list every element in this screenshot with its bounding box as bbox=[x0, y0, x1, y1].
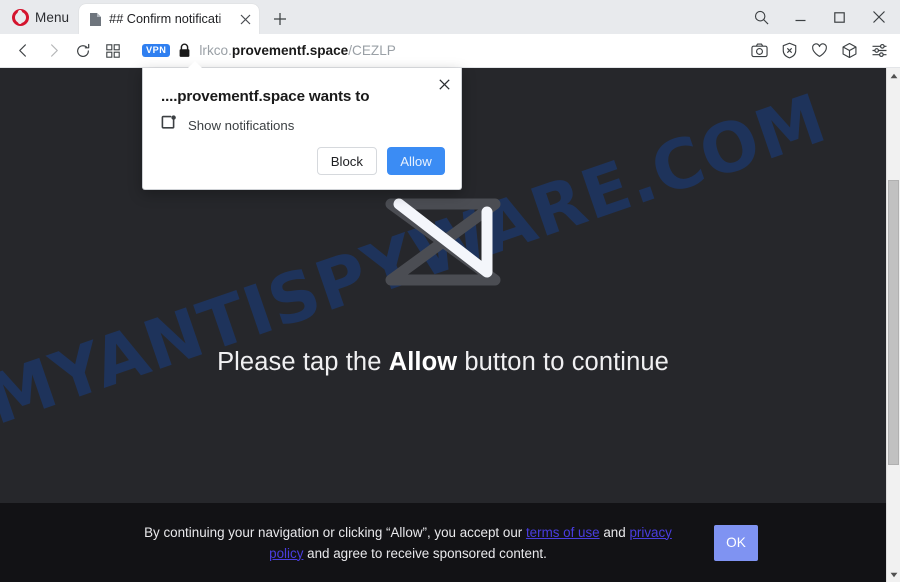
easy-setup-icon[interactable] bbox=[864, 36, 894, 66]
permission-label: Show notifications bbox=[188, 118, 295, 133]
dialog-title: ....provementf.space wants to bbox=[161, 88, 370, 105]
consent-banner-text: By continuing your navigation or clickin… bbox=[128, 522, 688, 564]
vpn-badge[interactable]: VPN bbox=[142, 43, 171, 58]
notification-permission-dialog: ....provementf.space wants to Show notif… bbox=[142, 61, 462, 190]
window-controls bbox=[742, 0, 900, 34]
permission-row: Show notifications bbox=[161, 115, 294, 136]
tagline-after: button to continue bbox=[457, 348, 669, 376]
toolbar-icons bbox=[744, 36, 894, 66]
scroll-down-arrow[interactable] bbox=[887, 567, 900, 582]
terms-of-use-link[interactable]: terms of use bbox=[526, 525, 600, 540]
address-url: lrkco.provementf.space/CEZLP bbox=[199, 43, 395, 58]
close-icon[interactable] bbox=[859, 0, 898, 34]
page-favicon bbox=[89, 12, 102, 27]
opera-menu-label: Menu bbox=[35, 9, 70, 25]
forward-arrow-icon bbox=[38, 36, 68, 66]
url-path: /CEZLP bbox=[348, 43, 396, 58]
consent-text-2: and bbox=[599, 524, 630, 540]
url-subdomain: lrkco. bbox=[199, 43, 232, 58]
reload-icon[interactable] bbox=[68, 36, 98, 66]
consent-text-3: and agree to receive sponsored content. bbox=[303, 545, 547, 561]
heart-icon[interactable] bbox=[804, 36, 834, 66]
dialog-actions: Block Allow bbox=[316, 147, 445, 175]
url-domain: provementf.space bbox=[231, 43, 349, 58]
tab-title: ## Confirm notificati bbox=[109, 12, 222, 26]
page-scrollbar[interactable] bbox=[886, 68, 900, 582]
loading-spinner bbox=[385, 198, 501, 286]
consent-banner: By continuing your navigation or clickin… bbox=[0, 503, 886, 582]
ad-blocker-icon[interactable] bbox=[774, 36, 804, 66]
opera-logo-icon bbox=[12, 8, 29, 26]
tab-close-icon[interactable] bbox=[235, 9, 255, 29]
maximize-icon[interactable] bbox=[820, 0, 859, 34]
tagline-emphasis: Allow bbox=[388, 348, 458, 376]
tab-strip: Menu ## Confirm notificati bbox=[0, 0, 900, 34]
tagline-before: Please tap the bbox=[217, 348, 389, 376]
scroll-up-arrow[interactable] bbox=[887, 68, 900, 83]
navigation-toolbar: VPN lrkco.provementf.space/CEZLP bbox=[0, 34, 900, 68]
allow-button[interactable]: Allow bbox=[387, 147, 445, 175]
crypto-wallet-icon[interactable] bbox=[834, 36, 864, 66]
padlock-icon[interactable] bbox=[178, 43, 191, 58]
notification-bell-icon bbox=[161, 115, 177, 136]
consent-text-1: By continuing your navigation or clickin… bbox=[144, 524, 526, 540]
minimize-icon[interactable] bbox=[781, 0, 820, 34]
address-bar[interactable]: VPN lrkco.provementf.space/CEZLP bbox=[142, 36, 738, 66]
opera-menu-button[interactable]: Menu bbox=[0, 0, 79, 34]
browser-tab[interactable]: ## Confirm notificati bbox=[79, 4, 260, 34]
scroll-thumb[interactable] bbox=[888, 180, 899, 465]
page-tagline: Please tap the Allow button to continue bbox=[217, 348, 669, 377]
search-icon[interactable] bbox=[742, 0, 781, 34]
dialog-close-icon[interactable] bbox=[433, 73, 455, 95]
block-button[interactable]: Block bbox=[316, 147, 377, 175]
browser-window: Menu ## Confirm notificati VPN lrkco.pro… bbox=[0, 0, 900, 582]
tab-gallery-icon[interactable] bbox=[98, 36, 128, 66]
snapshot-icon[interactable] bbox=[744, 36, 774, 66]
new-tab-button[interactable] bbox=[265, 4, 295, 34]
consent-ok-button[interactable]: OK bbox=[714, 524, 758, 561]
back-arrow-icon[interactable] bbox=[8, 36, 38, 66]
